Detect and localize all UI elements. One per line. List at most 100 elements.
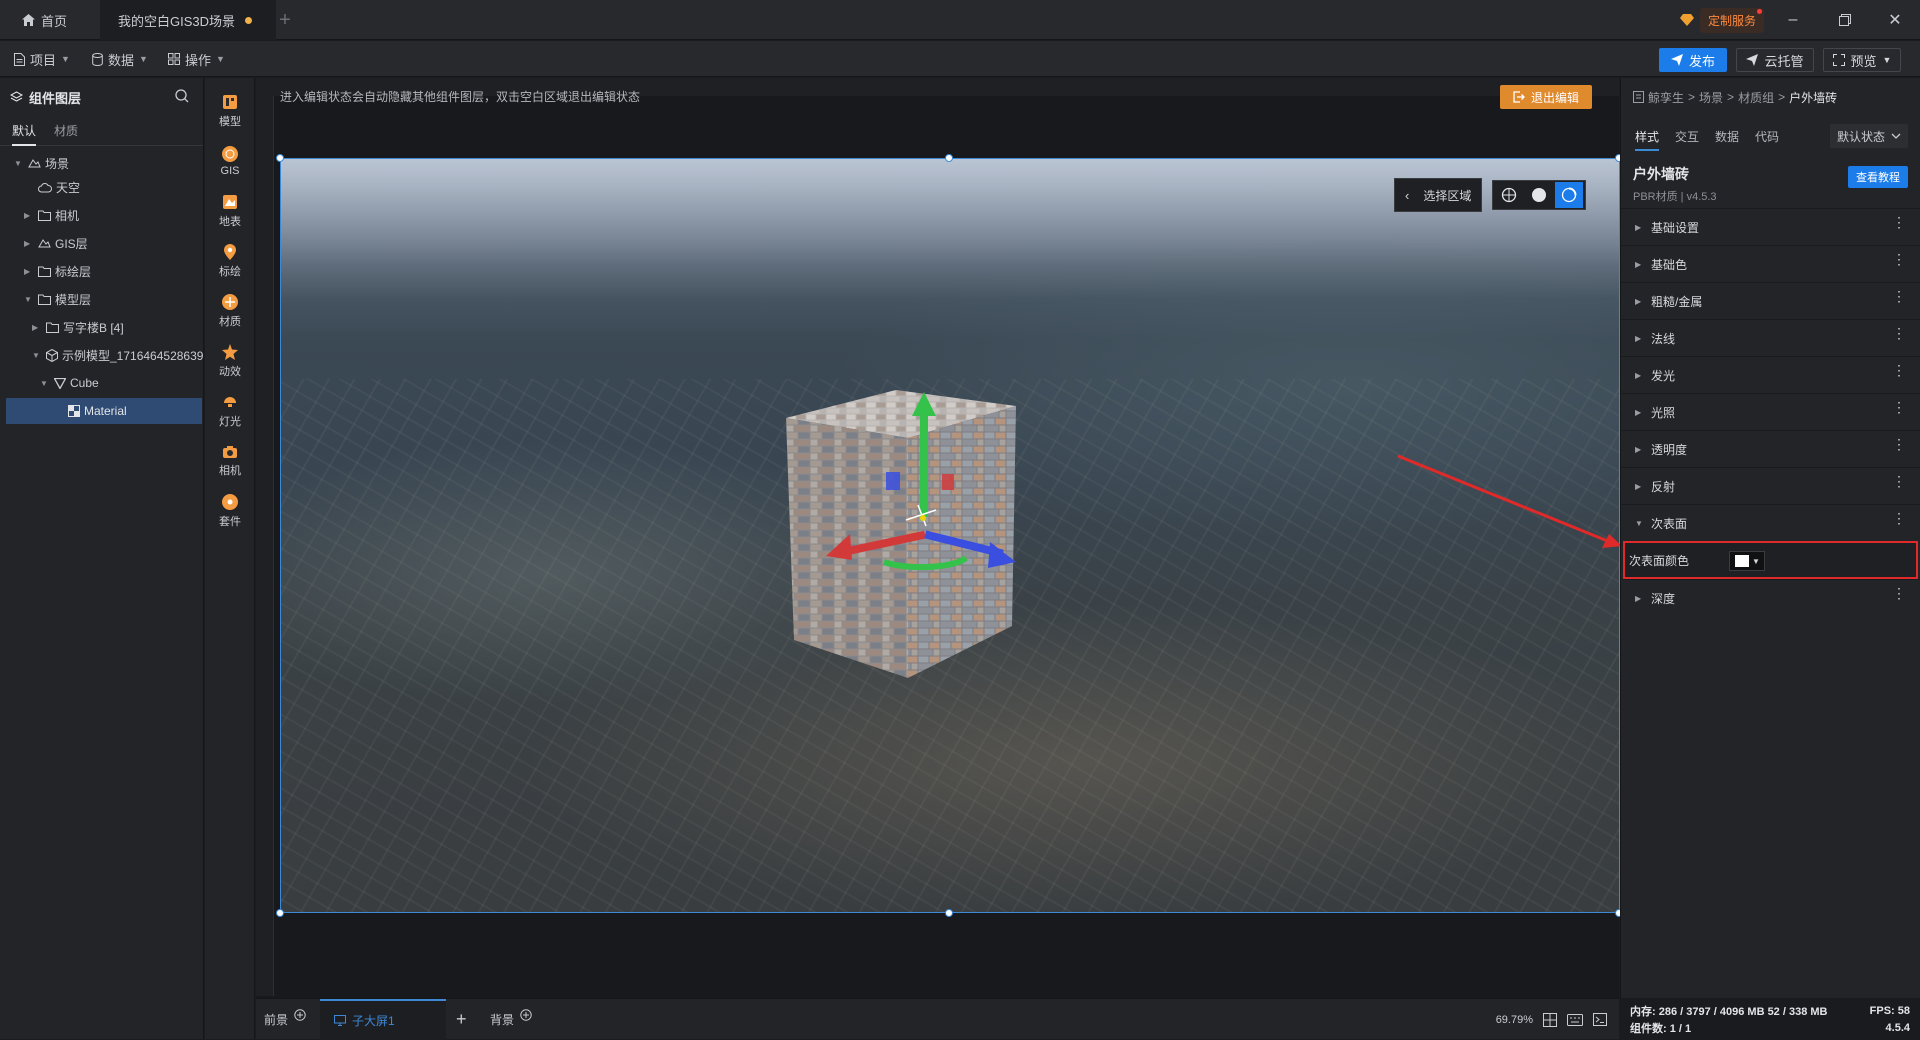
minimize-button[interactable]: – [1770,0,1816,40]
tab-data[interactable]: 数据 [1715,128,1739,145]
caret-down-icon[interactable]: ▼ [24,295,34,304]
more-vertical-icon[interactable]: ⋮ [1892,474,1906,488]
chevron-down-icon[interactable]: ▼ [1883,55,1892,65]
custom-service-button[interactable]: 定制服务 [1680,7,1765,33]
more-vertical-icon[interactable]: ⋮ [1892,586,1906,600]
icon-bar-model[interactable]: 模型 [205,86,255,136]
select-area-button[interactable]: ‹ 选择区域 [1394,178,1483,212]
tree-item-sample-model[interactable]: ▼ 示例模型_1716464528639 [0,342,204,368]
background-tab[interactable]: 背景 [490,999,532,1040]
section-reflection[interactable]: ▶ 反射 ⋮ [1621,467,1920,504]
more-vertical-icon[interactable]: ⋮ [1892,400,1906,414]
cube-model[interactable] [786,390,1066,680]
more-vertical-icon[interactable]: ⋮ [1892,511,1906,525]
view-tutorial-button[interactable]: 查看教程 [1848,166,1908,188]
tab-material[interactable]: 材质 [54,122,78,139]
tab-scene[interactable]: 我的空白GIS3D场景 [100,0,276,40]
zoom-level[interactable]: 69.79% [1496,1014,1533,1026]
caret-right-icon[interactable]: ▶ [32,323,42,332]
caret-down-icon[interactable]: ▼ [40,379,50,388]
close-button[interactable]: ✕ [1872,0,1918,40]
property-panel: 鲸孪生 > 场景 > 材质组 > 户外墙砖 样式 交互 数据 代码 默认状态 户外墙砖… [1620,78,1920,1039]
restore-button[interactable] [1822,0,1868,40]
tree-item-material[interactable]: Material [6,398,202,424]
breadcrumb-item[interactable]: 鲸孪生 [1648,89,1684,106]
search-icon[interactable] [175,89,189,103]
section-roughness-metal[interactable]: ▶ 粗糙/金属 ⋮ [1621,282,1920,319]
breadcrumb-item[interactable]: 材质组 [1738,89,1774,106]
keyboard-icon[interactable] [1567,1013,1583,1026]
tree-label: Cube [70,376,99,390]
caret-down-icon[interactable]: ▼ [14,159,24,168]
tab-style[interactable]: 样式 [1635,128,1660,151]
exit-edit-button[interactable]: 退出编辑 [1500,85,1592,109]
add-circle-icon[interactable] [520,1008,532,1021]
tab-code[interactable]: 代码 [1755,128,1779,145]
terminal-icon[interactable] [1593,1013,1607,1026]
menu-data[interactable]: 数据 ▼ [92,41,148,77]
fit-screen-icon[interactable] [1543,1012,1557,1027]
new-tab-button[interactable]: + [277,0,293,40]
tree-item-plot-layer[interactable]: ▶ 标绘层 [0,258,204,284]
resize-handle[interactable] [276,154,284,162]
tab-interaction[interactable]: 交互 [1675,128,1699,145]
tab-home[interactable]: 首页 [22,0,67,40]
caret-right-icon[interactable]: ▶ [24,211,34,220]
icon-bar-terrain[interactable]: 地表 [205,186,255,236]
tree-item-gis-layer[interactable]: ▶ GIS层 [0,230,204,256]
database-icon [92,52,103,66]
section-emission[interactable]: ▶ 发光 ⋮ [1621,356,1920,393]
icon-bar-material[interactable]: 材质 [205,286,255,336]
more-vertical-icon[interactable]: ⋮ [1892,252,1906,266]
view-mode-render[interactable] [1555,182,1584,208]
tree-item-sky[interactable]: 天空 [0,174,204,200]
publish-button[interactable]: 发布 [1659,48,1727,72]
icon-bar-light[interactable]: 灯光 [205,386,255,436]
caret-right-icon[interactable]: ▶ [24,239,34,248]
tree-item-model-layer[interactable]: ▼ 模型层 [0,286,204,312]
more-vertical-icon[interactable]: ⋮ [1892,326,1906,340]
icon-bar-pin[interactable]: 标绘 [205,236,255,286]
tree-item-camera[interactable]: ▶ 相机 [0,202,204,228]
section-base-color[interactable]: ▶ 基础色 ⋮ [1621,245,1920,282]
cloud-hosting-button[interactable]: 云托管 [1736,48,1814,72]
tree-item-scene[interactable]: ▼ 场景 [0,150,204,176]
add-circle-icon[interactable] [294,1008,306,1021]
icon-bar-kit[interactable]: 套件 [205,486,255,536]
chevron-left-icon[interactable]: ‹ [1405,188,1409,203]
more-vertical-icon[interactable]: ⋮ [1892,437,1906,451]
section-basic-settings[interactable]: ▶ 基础设置 ⋮ [1621,208,1920,245]
more-vertical-icon[interactable]: ⋮ [1892,363,1906,377]
section-lighting[interactable]: ▶ 光照 ⋮ [1621,393,1920,430]
tree-item-cube[interactable]: ▼ Cube [0,370,204,396]
icon-bar-gis[interactable]: GIS [205,136,255,186]
tab-default[interactable]: 默认 [12,122,37,146]
menu-project[interactable]: 项目 ▼ [14,41,70,77]
resize-handle[interactable] [945,909,953,917]
resize-handle[interactable] [945,154,953,162]
section-opacity[interactable]: ▶ 透明度 ⋮ [1621,430,1920,467]
view-mode-wireframe[interactable] [1495,182,1523,208]
menu-operation[interactable]: 操作 ▼ [168,41,225,77]
more-vertical-icon[interactable]: ⋮ [1892,215,1906,229]
foreground-tab[interactable]: 前景 [264,999,306,1040]
add-screen-button[interactable]: + [456,999,467,1040]
icon-bar-camera[interactable]: 相机 [205,436,255,486]
view-mode-solid[interactable] [1525,182,1553,208]
menu-operation-label: 操作 [185,52,212,68]
more-vertical-icon[interactable]: ⋮ [1892,289,1906,303]
terrain-icon [223,194,237,209]
sub-screen-tab[interactable]: 子大屏1 [320,999,446,1040]
resize-handle[interactable] [276,909,284,917]
section-subsurface[interactable]: ▼ 次表面 ⋮ [1621,504,1920,541]
caret-right-icon[interactable]: ▶ [24,267,34,276]
subsurface-color-picker[interactable]: ▼ [1729,551,1765,571]
icon-bar-effect[interactable]: 动效 [205,336,255,386]
tree-item-office-building[interactable]: ▶ 写字楼B [4] [0,314,204,340]
state-dropdown[interactable]: 默认状态 [1830,124,1908,148]
caret-down-icon[interactable]: ▼ [32,351,42,360]
section-depth[interactable]: ▶ 深度 ⋮ [1621,579,1920,616]
section-normal[interactable]: ▶ 法线 ⋮ [1621,319,1920,356]
breadcrumb-item[interactable]: 场景 [1699,89,1723,106]
preview-button[interactable]: 预览 ▼ [1823,48,1901,72]
